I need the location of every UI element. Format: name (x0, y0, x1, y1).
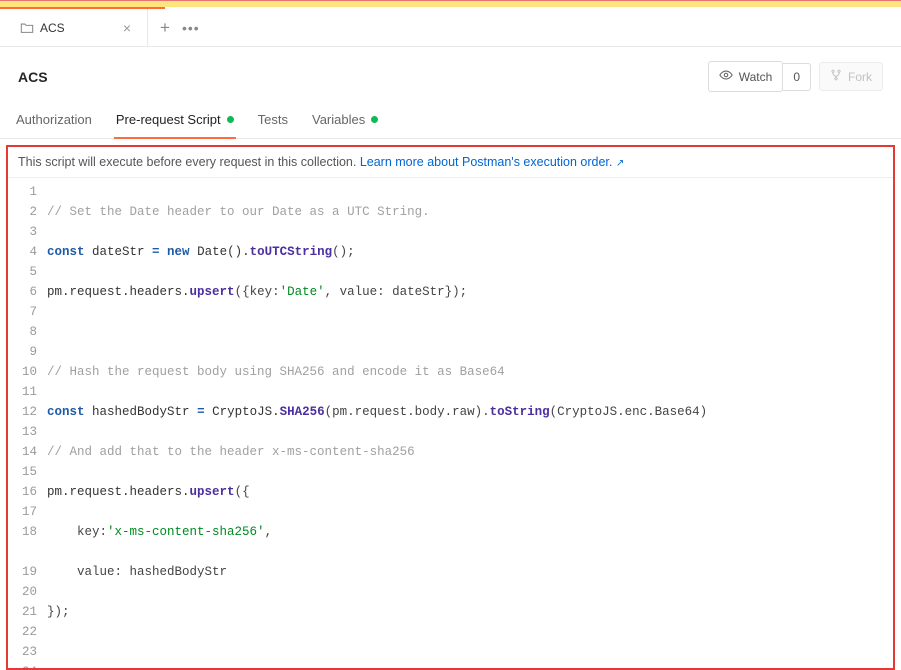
fork-button[interactable]: Fork (819, 62, 883, 91)
fork-icon (830, 69, 842, 84)
external-link-icon: ↗ (616, 158, 624, 169)
tab-variables[interactable]: Variables (310, 102, 380, 139)
nav-tabs: Authorization Pre-request Script Tests V… (0, 102, 901, 139)
line-gutter: 123456789101112131415161718 192021222324 (8, 182, 47, 668)
eye-icon (719, 68, 733, 85)
header-row: ACS Watch 0 Fork (0, 47, 901, 102)
watch-count[interactable]: 0 (783, 63, 811, 91)
watch-button[interactable]: Watch (708, 61, 784, 92)
code-editor[interactable]: 123456789101112131415161718 192021222324… (8, 178, 893, 668)
tab-pre-request-script[interactable]: Pre-request Script (114, 102, 236, 139)
hint-bar: This script will execute before every re… (8, 147, 893, 178)
new-tab-button[interactable]: + (160, 19, 170, 36)
fork-label: Fork (848, 70, 872, 84)
hint-text: This script will execute before every re… (18, 155, 360, 169)
code-content[interactable]: // Set the Date header to our Date as a … (47, 182, 893, 668)
page-title: ACS (18, 69, 48, 85)
watch-label: Watch (739, 70, 773, 84)
tab-actions: + ••• (148, 19, 200, 36)
close-icon[interactable]: × (119, 19, 135, 37)
highlighted-region: This script will execute before every re… (6, 145, 895, 670)
tab-label: ACS (40, 21, 113, 35)
tab-tests[interactable]: Tests (256, 102, 290, 139)
modified-dot-icon (371, 116, 378, 123)
modified-dot-icon (227, 116, 234, 123)
alert-bar (0, 0, 901, 7)
tab-authorization[interactable]: Authorization (14, 102, 94, 139)
tab-overflow-button[interactable]: ••• (182, 20, 200, 36)
tab-strip: ACS × + ••• (0, 9, 901, 47)
workspace-tab[interactable]: ACS × (8, 9, 148, 46)
hint-link[interactable]: Learn more about Postman's execution ord… (360, 155, 624, 169)
header-actions: Watch 0 Fork (708, 61, 883, 92)
folder-icon (20, 21, 34, 35)
